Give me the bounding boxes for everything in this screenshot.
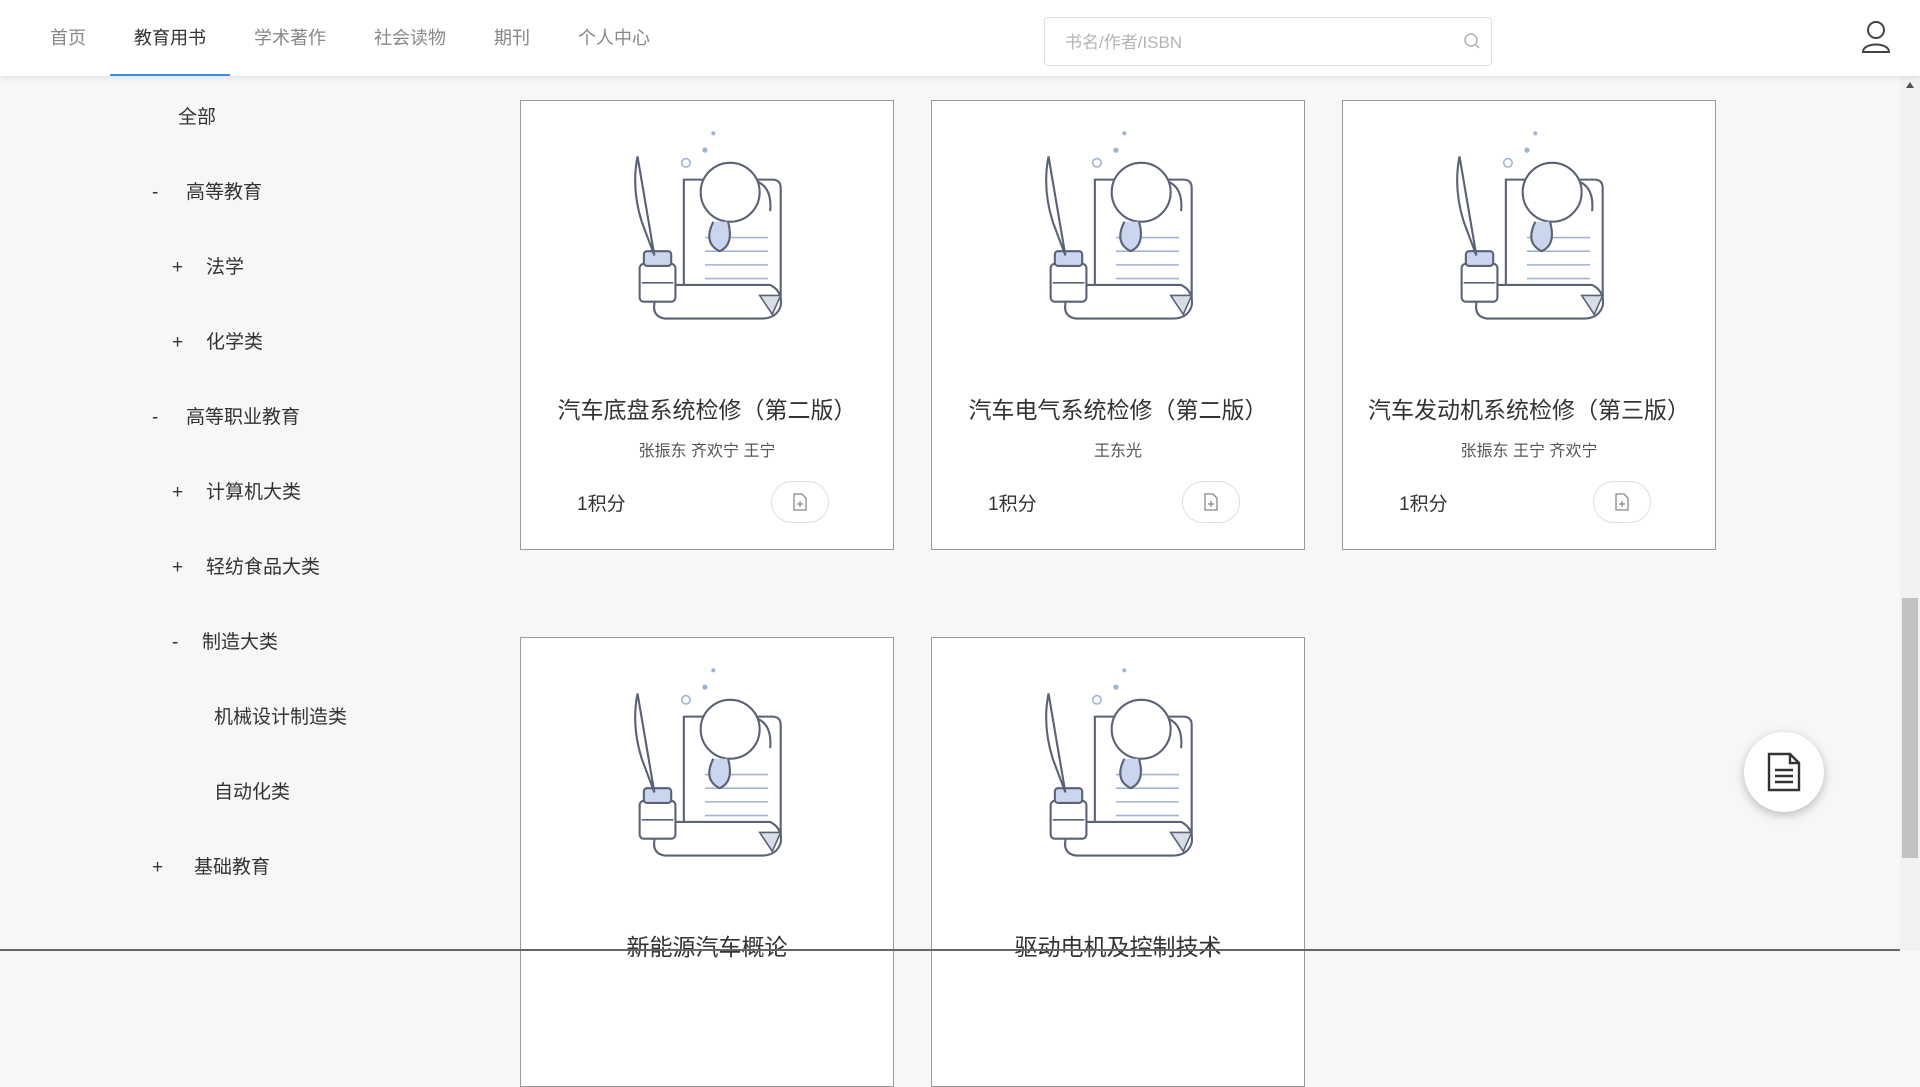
nav-item-education-books[interactable]: 教育用书 (110, 0, 230, 76)
document-icon (1204, 493, 1218, 511)
document-button[interactable] (771, 481, 829, 523)
collapse-icon[interactable]: - (172, 632, 202, 654)
category-label: 高等教育 (186, 182, 263, 203)
nav-item-home[interactable]: 首页 (26, 0, 110, 76)
category-label: 法学 (206, 257, 245, 278)
nav-item-social-reading[interactable]: 社会读物 (350, 0, 470, 76)
top-navigation-bar: 首页 教育用书 学术著作 社会读物 期刊 个人中心 (0, 0, 1920, 76)
document-button[interactable] (1593, 481, 1651, 523)
vertical-scrollbar[interactable] (1900, 76, 1920, 951)
document-icon (1615, 493, 1629, 511)
collapse-icon[interactable]: - (152, 182, 186, 204)
book-cover-illustration[interactable] (617, 664, 797, 864)
category-label: 机械设计制造类 (214, 707, 348, 728)
book-points: 1积分 (577, 494, 626, 515)
search-box (1044, 17, 1492, 67)
category-higher-education[interactable]: - 高等教育 (152, 177, 262, 204)
book-points: 1积分 (1399, 494, 1448, 515)
book-title[interactable]: 驱动电机及控制技术 (932, 928, 1304, 962)
category-law[interactable]: + 法学 (172, 252, 244, 279)
nav-item-academic-works[interactable]: 学术著作 (230, 0, 350, 76)
document-list-icon (1767, 752, 1801, 792)
category-all[interactable]: 全部 (178, 102, 216, 129)
book-points: 1积分 (988, 494, 1037, 515)
book-card[interactable]: 驱动电机及控制技术 (931, 637, 1305, 1087)
expand-icon[interactable]: + (172, 482, 206, 504)
book-cover-illustration[interactable] (1028, 127, 1208, 327)
document-button[interactable] (1182, 481, 1240, 523)
scrollbar-thumb[interactable] (1902, 598, 1918, 858)
category-label: 化学类 (206, 332, 264, 353)
category-sidebar: 全部 - 高等教育 + 法学 + 化学类 - 高等职业教育 + 计算机大类 + 轻纺食品大类… (0, 76, 500, 951)
book-cover-illustration[interactable] (1439, 127, 1619, 327)
search-input[interactable] (1045, 18, 1467, 67)
category-label: 基础教育 (194, 857, 271, 878)
category-higher-vocational[interactable]: - 高等职业教育 (152, 402, 300, 429)
book-cover-illustration[interactable] (1028, 664, 1208, 864)
book-card[interactable]: 汽车底盘系统检修（第二版） 张振东 齐欢宁 王宁 1积分 (520, 100, 894, 550)
category-basic-education[interactable]: + 基础教育 (152, 852, 270, 879)
book-card[interactable]: 新能源汽车概论 (520, 637, 894, 1087)
book-cover-illustration[interactable] (617, 127, 797, 327)
expand-icon[interactable]: + (172, 332, 206, 354)
category-chemistry[interactable]: + 化学类 (172, 327, 263, 354)
category-label: 轻纺食品大类 (206, 557, 321, 578)
floating-document-button[interactable] (1744, 732, 1824, 812)
category-label: 计算机大类 (206, 482, 302, 503)
book-title[interactable]: 汽车电气系统检修（第二版） (932, 391, 1304, 425)
book-authors: 张振东 王宁 齐欢宁 (1460, 443, 1598, 460)
book-card[interactable]: 汽车电气系统检修（第二版） 王东光 1积分 (931, 100, 1305, 550)
nav-item-journals[interactable]: 期刊 (470, 0, 554, 76)
search-icon[interactable] (1463, 32, 1481, 55)
book-title[interactable]: 汽车发动机系统检修（第三版） (1343, 391, 1715, 425)
category-automation[interactable]: 自动化类 (214, 777, 290, 804)
book-title[interactable]: 汽车底盘系统检修（第二版） (521, 391, 893, 425)
nav-item-personal-center[interactable]: 个人中心 (554, 0, 674, 76)
category-computer[interactable]: + 计算机大类 (172, 477, 301, 504)
book-authors: 张振东 齐欢宁 王宁 (638, 443, 776, 460)
expand-icon[interactable]: + (152, 857, 194, 879)
book-title[interactable]: 新能源汽车概论 (521, 928, 893, 962)
category-label: 制造大类 (202, 632, 279, 653)
main-nav: 首页 教育用书 学术著作 社会读物 期刊 个人中心 (26, 0, 674, 76)
category-label: 全部 (178, 107, 217, 128)
user-icon[interactable] (1860, 20, 1892, 59)
category-label: 高等职业教育 (186, 407, 301, 428)
category-manufacturing[interactable]: - 制造大类 (172, 627, 278, 654)
book-authors: 王东光 (1093, 443, 1142, 460)
expand-icon[interactable]: + (172, 257, 206, 279)
category-label: 自动化类 (214, 782, 291, 803)
category-textile-food[interactable]: + 轻纺食品大类 (172, 552, 320, 579)
collapse-icon[interactable]: - (152, 407, 186, 429)
expand-icon[interactable]: + (172, 557, 206, 579)
scroll-up-arrow-icon[interactable] (1906, 82, 1914, 88)
document-icon (793, 493, 807, 511)
book-card[interactable]: 汽车发动机系统检修（第三版） 张振东 王宁 齐欢宁 1积分 (1342, 100, 1716, 550)
category-mechanical-design[interactable]: 机械设计制造类 (214, 702, 347, 729)
